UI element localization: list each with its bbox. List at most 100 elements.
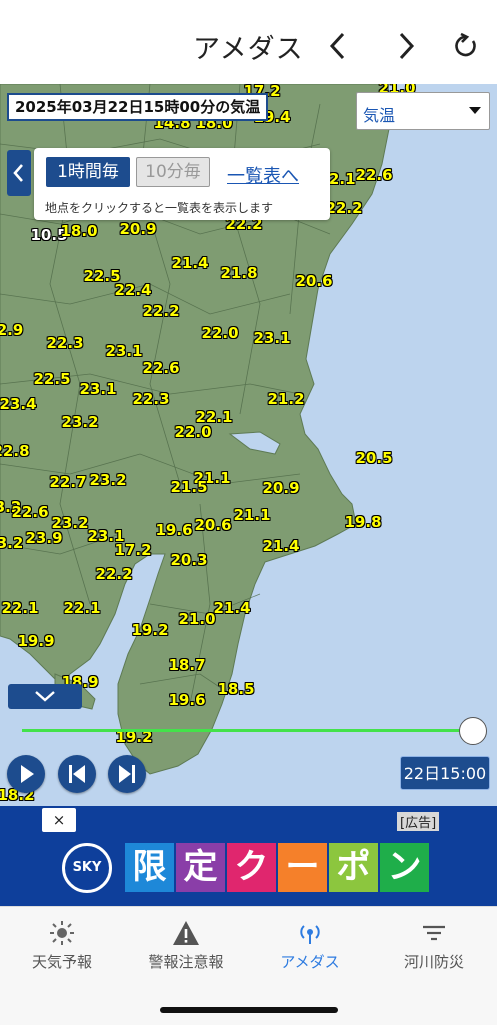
panel-note: 地点をクリックすると一覧表を表示します: [45, 201, 274, 215]
temperature-label[interactable]: 17.2: [114, 541, 151, 559]
temperature-label[interactable]: 21.0: [178, 610, 215, 628]
ad-text-char: ー: [278, 843, 327, 892]
temperature-label[interactable]: 23.1: [253, 329, 290, 347]
ad-text-char: ポ: [329, 843, 378, 892]
temperature-label[interactable]: 20.5: [355, 449, 392, 467]
step-back-button[interactable]: [58, 755, 96, 793]
temperature-label[interactable]: 23.1: [79, 380, 116, 398]
ten-minute-button[interactable]: 10分毎: [136, 157, 210, 187]
temperature-label[interactable]: 21.5: [170, 478, 207, 496]
temperature-label[interactable]: 19.9: [17, 632, 54, 650]
temperature-label[interactable]: 20.9: [262, 479, 299, 497]
temperature-label[interactable]: 22.7: [49, 473, 86, 491]
chevron-left-icon: [13, 164, 23, 182]
hourly-button[interactable]: 1時間毎: [46, 157, 130, 187]
element-select-value: 気温: [363, 106, 396, 125]
collapse-panel-button[interactable]: [7, 150, 31, 196]
temperature-label[interactable]: 23.2: [61, 413, 98, 431]
chevron-right-icon: [399, 32, 415, 60]
temperature-label[interactable]: 22.6: [11, 503, 48, 521]
temperature-label[interactable]: 21.2: [267, 390, 304, 408]
temperature-label[interactable]: 23.4: [0, 395, 37, 413]
temperature-label[interactable]: 22.1: [63, 599, 100, 617]
expand-button[interactable]: [8, 684, 82, 709]
page-title: アメダス: [193, 34, 304, 65]
temperature-label[interactable]: 22.3: [46, 334, 83, 352]
temperature-label[interactable]: 19.2: [131, 621, 168, 639]
ad-close-button[interactable]: ×: [42, 808, 76, 832]
temperature-label[interactable]: 22.2: [95, 565, 132, 583]
tab-amedas[interactable]: アメダス: [248, 907, 372, 987]
sun-icon: [50, 921, 74, 945]
ad-tag: [広告]: [397, 812, 440, 831]
temperature-label[interactable]: 21.8: [220, 264, 257, 282]
temperature-label[interactable]: 22.0: [174, 423, 211, 441]
ad-text-char: 定: [176, 843, 225, 892]
temperature-label[interactable]: 22.8: [0, 442, 30, 460]
temperature-label[interactable]: 22.1: [1, 599, 38, 617]
temperature-label[interactable]: 22.6: [355, 166, 392, 184]
signal-icon: [300, 925, 320, 944]
temperature-label[interactable]: 22.0: [201, 324, 238, 342]
temperature-label[interactable]: 21.1: [233, 506, 270, 524]
temperature-label[interactable]: 22.3: [132, 390, 169, 408]
temperature-label[interactable]: 2.9: [0, 321, 23, 339]
temperature-label[interactable]: 19.8: [344, 513, 381, 531]
temperature-label[interactable]: 23.1: [105, 342, 142, 360]
skip-forward-icon: [119, 765, 135, 783]
reload-icon: [455, 32, 476, 57]
datetime-label: 2025年03月22日15時00分の気温: [7, 93, 269, 121]
tab-forecast[interactable]: 天気予報: [0, 907, 124, 987]
tab-rivers[interactable]: 河川防災: [372, 907, 496, 987]
play-button[interactable]: [7, 755, 45, 793]
tab-warnings[interactable]: 警報注意報: [124, 907, 248, 987]
time-slider[interactable]: [22, 729, 472, 732]
home-indicator: [160, 1007, 338, 1013]
step-forward-button[interactable]: [108, 755, 146, 793]
time-slider-handle[interactable]: [459, 717, 487, 745]
chevron-down-icon: [35, 691, 55, 702]
tab-label: 河川防災: [403, 953, 464, 971]
app-header: アメダス: [0, 0, 497, 84]
temperature-label[interactable]: 18.0: [60, 222, 97, 240]
temperature-label[interactable]: 22.2: [325, 199, 362, 217]
temperature-label[interactable]: 22.2: [142, 302, 179, 320]
tab-label: 警報注意報: [148, 953, 224, 971]
interval-panel: 1時間毎 10分毎 一覧表へ 地点をクリックすると一覧表を表示します: [34, 148, 330, 220]
temperature-label[interactable]: 21.4: [262, 537, 299, 555]
temperature-label[interactable]: 19.6: [168, 691, 205, 709]
ad-text-char: ン: [380, 843, 429, 892]
element-select[interactable]: 気温: [356, 92, 490, 130]
ad-text-char: ク: [227, 843, 276, 892]
temperature-label[interactable]: 19.6: [155, 521, 192, 539]
tab-label: アメダス: [280, 953, 340, 971]
temperature-label[interactable]: 22.5: [33, 370, 70, 388]
time-display[interactable]: 22日15:00: [400, 756, 490, 790]
filter-icon: [423, 925, 445, 941]
reload-button[interactable]: [446, 26, 486, 66]
temperature-label[interactable]: 23.9: [25, 529, 62, 547]
temperature-label[interactable]: 23.2: [89, 471, 126, 489]
dropdown-arrow-icon: [469, 107, 481, 114]
temperature-label[interactable]: 22.4: [114, 281, 151, 299]
temperature-label[interactable]: 20.3: [170, 551, 207, 569]
chevron-left-icon: [329, 32, 345, 60]
play-icon: [21, 765, 34, 783]
temperature-label[interactable]: 21.4: [171, 254, 208, 272]
prev-button[interactable]: [318, 26, 358, 66]
temperature-label[interactable]: 3.2: [0, 534, 23, 552]
temperature-label[interactable]: 18.5: [217, 680, 254, 698]
ad-logo: SKY: [62, 843, 112, 893]
next-button[interactable]: [386, 26, 426, 66]
temperature-label[interactable]: 20.6: [194, 516, 231, 534]
warning-icon: [173, 921, 199, 945]
temperature-label[interactable]: 21.4: [213, 599, 250, 617]
temperature-label[interactable]: 20.9: [119, 220, 156, 238]
temperature-label[interactable]: 18.7: [168, 656, 205, 674]
ad-text-char: 限: [125, 843, 174, 892]
temperature-label[interactable]: 22.6: [142, 359, 179, 377]
tab-label: 天気予報: [31, 953, 92, 971]
skip-back-icon: [69, 765, 85, 783]
temperature-label[interactable]: 20.6: [295, 272, 332, 290]
list-link[interactable]: 一覧表へ: [227, 162, 299, 188]
